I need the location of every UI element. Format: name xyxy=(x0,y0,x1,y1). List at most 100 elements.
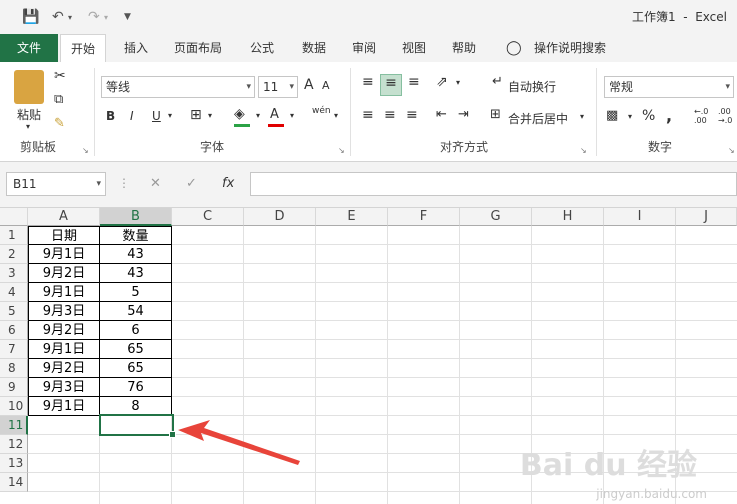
merge-center-button[interactable]: 合并后居中 xyxy=(508,110,568,127)
column-header-a[interactable]: A xyxy=(28,208,100,226)
chevron-down-icon[interactable]: ▾ xyxy=(580,112,584,121)
tab-insert[interactable]: 插入 xyxy=(114,34,158,62)
borders-icon[interactable]: ⊞ xyxy=(190,107,202,123)
row-header[interactable]: 12 xyxy=(0,435,28,454)
fill-color-icon[interactable]: ◈ xyxy=(234,106,245,122)
chevron-down-icon[interactable]: ▾ xyxy=(26,122,30,131)
paste-icon[interactable] xyxy=(14,70,44,104)
decrease-indent-icon[interactable]: ⇤ xyxy=(436,107,447,122)
percent-button[interactable]: % xyxy=(642,108,655,124)
column-header-j[interactable]: J xyxy=(676,208,737,226)
format-painter-icon[interactable]: ✎ xyxy=(54,116,65,131)
underline-button[interactable]: U xyxy=(152,109,161,123)
chevron-down-icon[interactable]: ▾ xyxy=(256,111,260,120)
table-cell-date[interactable]: 9月1日 xyxy=(28,245,100,264)
row-header[interactable]: 14 xyxy=(0,473,28,492)
column-header-g[interactable]: G xyxy=(460,208,532,226)
row-header[interactable]: 6 xyxy=(0,321,28,340)
chevron-down-icon[interactable]: ▾ xyxy=(628,112,632,121)
shrink-font-button[interactable]: A xyxy=(322,79,330,92)
row-header[interactable]: 10 xyxy=(0,397,28,416)
align-middle-icon[interactable]: ≡ xyxy=(380,74,402,96)
align-left-icon[interactable]: ≡ xyxy=(362,107,374,123)
row-header[interactable]: 9 xyxy=(0,378,28,397)
table-header-cell[interactable]: 数量 xyxy=(100,226,172,245)
row-header[interactable]: 2 xyxy=(0,245,28,264)
align-center-icon[interactable]: ≡ xyxy=(384,107,396,123)
column-header-d[interactable]: D xyxy=(244,208,316,226)
table-cell-date[interactable]: 9月1日 xyxy=(28,283,100,302)
tab-file[interactable]: 文件 xyxy=(0,34,58,62)
dialog-launcher-icon[interactable]: ↘ xyxy=(728,146,735,155)
italic-button[interactable]: I xyxy=(130,109,134,123)
orientation-icon[interactable]: ⇗ xyxy=(436,74,448,90)
cancel-icon[interactable]: ✕ xyxy=(150,176,161,191)
column-header-f[interactable]: F xyxy=(388,208,460,226)
column-header-e[interactable]: E xyxy=(316,208,388,226)
cut-icon[interactable]: ✂ xyxy=(54,68,66,84)
table-cell-date[interactable]: 9月3日 xyxy=(28,302,100,321)
wrap-text-icon[interactable]: ↵ xyxy=(492,74,503,89)
insert-function-button[interactable]: fx xyxy=(222,176,234,191)
chevron-down-icon[interactable]: ▾ xyxy=(68,13,72,22)
merge-center-icon[interactable]: ⊞ xyxy=(490,107,501,122)
table-cell-qty[interactable]: 65 xyxy=(100,340,172,359)
grow-font-button[interactable]: A xyxy=(304,77,314,93)
column-header-b[interactable]: B xyxy=(100,208,172,226)
tab-data[interactable]: 数据 xyxy=(292,34,336,62)
row-header[interactable]: 11 xyxy=(0,416,28,435)
phonetic-button[interactable]: wén xyxy=(312,106,331,116)
column-header-i[interactable]: I xyxy=(604,208,676,226)
table-header-cell[interactable]: 日期 xyxy=(28,226,100,245)
row-header[interactable]: 5 xyxy=(0,302,28,321)
decrease-decimal-icon[interactable]: .00 →.0 xyxy=(718,107,732,125)
table-cell-qty[interactable]: 65 xyxy=(100,359,172,378)
select-all-button[interactable] xyxy=(0,208,28,226)
row-header[interactable]: 4 xyxy=(0,283,28,302)
tab-formulas[interactable]: 公式 xyxy=(240,34,284,62)
tab-help[interactable]: 帮助 xyxy=(444,34,484,62)
copy-icon[interactable]: ⧉ xyxy=(54,92,63,107)
table-cell-date[interactable]: 9月2日 xyxy=(28,321,100,340)
table-cell-date[interactable]: 9月1日 xyxy=(28,340,100,359)
row-header[interactable]: 1 xyxy=(0,226,28,245)
align-right-icon[interactable]: ≡ xyxy=(406,107,418,123)
chevron-down-icon[interactable]: ▾ xyxy=(456,78,460,87)
enter-icon[interactable]: ✓ xyxy=(186,176,197,191)
table-cell-qty[interactable]: 54 xyxy=(100,302,172,321)
column-header-c[interactable]: C xyxy=(172,208,244,226)
undo-icon[interactable]: ↶ xyxy=(52,9,64,25)
save-icon[interactable]: 💾 xyxy=(22,9,39,25)
table-cell-date[interactable]: 9月2日 xyxy=(28,359,100,378)
chevron-down-icon[interactable]: ▾ xyxy=(208,111,212,120)
chevron-down-icon[interactable]: ▾ xyxy=(168,111,172,120)
dialog-launcher-icon[interactable]: ↘ xyxy=(82,146,89,155)
row-header[interactable]: 13 xyxy=(0,454,28,473)
formula-input[interactable] xyxy=(250,172,737,196)
increase-decimal-icon[interactable]: ←.0.00 xyxy=(694,107,708,125)
table-cell-qty[interactable]: 5 xyxy=(100,283,172,302)
comma-style-button[interactable]: , xyxy=(666,106,672,125)
dialog-launcher-icon[interactable]: ↘ xyxy=(580,146,587,155)
font-name-select[interactable]: 等线 ▾ xyxy=(101,76,255,98)
font-size-select[interactable]: 11 ▾ xyxy=(258,76,298,98)
table-cell-qty[interactable]: 6 xyxy=(100,321,172,340)
row-header[interactable]: 7 xyxy=(0,340,28,359)
tell-me-search[interactable]: 操作说明搜索 xyxy=(530,34,610,62)
selected-cell-b11[interactable] xyxy=(99,414,176,438)
chevron-down-icon[interactable]: ▾ xyxy=(334,111,338,120)
table-cell-date[interactable]: 9月2日 xyxy=(28,264,100,283)
table-cell-qty[interactable]: 76 xyxy=(100,378,172,397)
name-box[interactable]: B11 ▾ xyxy=(6,172,106,196)
chevron-down-icon[interactable]: ▾ xyxy=(290,111,294,120)
customize-toolbar-icon[interactable]: ▼ xyxy=(124,12,131,22)
row-header[interactable]: 8 xyxy=(0,359,28,378)
table-cell-qty[interactable]: 43 xyxy=(100,264,172,283)
wrap-text-button[interactable]: 自动换行 xyxy=(508,78,556,95)
increase-indent-icon[interactable]: ⇥ xyxy=(458,107,469,122)
accounting-format-icon[interactable]: ▩ xyxy=(606,108,618,123)
redo-icon[interactable]: ↷ xyxy=(88,9,100,25)
row-header[interactable]: 3 xyxy=(0,264,28,283)
tab-view[interactable]: 视图 xyxy=(394,34,434,62)
tab-home[interactable]: 开始 xyxy=(60,34,106,63)
